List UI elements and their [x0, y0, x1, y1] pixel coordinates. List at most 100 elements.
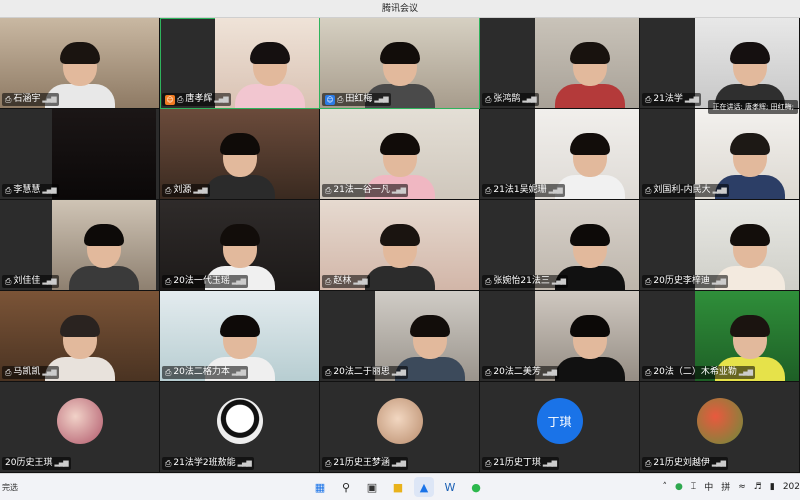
360-icon[interactable]: ● [675, 482, 683, 492]
participant-label: ⎙ 刘国利-内民大 ▂▄▆ [642, 184, 729, 197]
chevron-up-icon[interactable]: ˄ [662, 482, 667, 492]
participant-tile[interactable]: ⎙ 21法学 ▂▄▆ [640, 18, 800, 109]
video-grid: ⎙ 石涵宇 ▂▄▆ ☺ ⎙ 唐孝辉 ▂▄▆ ☺ ⎙ 田红梅 ▂▄▆ ⎙ 张鸿鹄 ▂▄▆ ⎙ 21法学 ▂▄▆ ⎙ 李… [0, 18, 800, 473]
window-title: 腾讯会议 [0, 0, 800, 18]
participant-tile[interactable]: ⎙ 20法二格力本 ▂▄▆ [160, 291, 320, 382]
participant-tile[interactable]: ⎙ 刘佳佳 ▂▄▆ [0, 200, 160, 291]
participant-tile[interactable]: ⎙ 马凯凯 ▂▄▆ [0, 291, 160, 382]
wifi-icon[interactable]: ≈ [738, 482, 746, 492]
microphone-icon: ⎙ [5, 95, 12, 104]
volume-icon[interactable]: ♬ [754, 482, 762, 492]
signal-icon: ▂▄▆ [237, 459, 252, 467]
participant-tile[interactable]: ⎙ 20法一代玉瑶 ▂▄▆ [160, 200, 320, 291]
microphone-icon: ⎙ [325, 368, 332, 377]
participant-tile[interactable]: ⎙ 20法二美芳 ▂▄▆ [480, 291, 640, 382]
clock: 202 [782, 481, 800, 492]
participant-name: 21历史王梦涵 [333, 458, 390, 468]
microphone-icon: ⎙ [645, 277, 652, 286]
file-explorer-icon[interactable]: ■ [388, 477, 408, 497]
participant-name: 21历史丁琪 [493, 458, 541, 468]
participant-tile[interactable]: ⎙ 石涵宇 ▂▄▆ [0, 18, 160, 109]
microphone-icon: ⎙ [177, 95, 184, 104]
video-feed [695, 18, 799, 108]
participant-tile[interactable]: ⎙ 刘国利-内民大 ▂▄▆ [640, 109, 800, 200]
text-avatar: 丁琪 [536, 398, 583, 444]
participant-label: ⎙ 21法1吴妮珊 ▂▄▆ [482, 184, 565, 197]
signal-icon: ▂▄▆ [551, 277, 566, 285]
avatar [696, 398, 743, 444]
participant-tile[interactable]: ⎙ 赵林 ▂▄▆ [320, 200, 480, 291]
participant-name: 20法一代玉瑶 [173, 276, 230, 286]
wechat-icon[interactable]: ● [466, 477, 486, 497]
participant-name: 田红梅 [345, 94, 373, 104]
taskbar-left-text: 完选 [2, 483, 18, 492]
signal-icon: ▂▄▆ [542, 459, 557, 467]
word-icon[interactable]: W [440, 477, 460, 497]
participant-tile[interactable]: ☺ ⎙ 唐孝辉 ▂▄▆ [160, 18, 320, 109]
signal-icon: ▂▄▆ [712, 186, 727, 194]
participant-tile[interactable]: ⎙ 21法1吴妮珊 ▂▄▆ [480, 109, 640, 200]
microphone-icon: ⎙ [165, 277, 172, 286]
signal-icon: ▂▄▆ [42, 368, 56, 376]
signal-icon: ▂▄▆ [522, 95, 536, 103]
participant-tile[interactable]: 20历史王琪 ▂▄▆ [0, 382, 160, 473]
participant-video [715, 42, 785, 108]
participant-tile[interactable]: ⎙ 20历史李梓迪 ▂▄▆ [640, 200, 800, 291]
participant-name: 20历史王琪 [5, 458, 53, 468]
participant-tile[interactable]: 丁琪 ⎙ 21历史丁琪 ▂▄▆ [480, 382, 640, 473]
host-icon: ☺ [165, 94, 175, 105]
participant-name: 21历史刘越伊 [653, 458, 710, 468]
participant-tile[interactable]: ⎙ 21法学2班敖能 ▂▄▆ [160, 382, 320, 473]
windows-taskbar: 完选 ▦ ⚲ ▣ ■ ▲ W ● ˄ ● ⌶ 中 拼 ≈ ♬ ▮ 202 [0, 473, 800, 500]
participant-name: 20法二格力本 [173, 367, 230, 377]
microphone-icon: ⎙ [645, 368, 652, 377]
participant-tile[interactable]: ⎙ 20法二于丽思 ▂▄▆ [320, 291, 480, 382]
participant-tile[interactable]: ⎙ 张鸿鹄 ▂▄▆ [480, 18, 640, 109]
participant-label: ⎙ 张鸿鹄 ▂▄▆ [482, 93, 539, 106]
participant-label: ⎙ 马凯凯 ▂▄▆ [2, 366, 59, 379]
participant-name: 20法二于丽思 [333, 367, 390, 377]
microphone-icon: ⎙ [485, 277, 492, 286]
participant-tile[interactable]: ⎙ 21法一谷一凡 ▂▄▆ [320, 109, 480, 200]
signal-icon: ▂▄▆ [542, 368, 557, 376]
participant-tile[interactable]: ⎙ 20法（二）木希业勒 ▂▄▆ [640, 291, 800, 382]
participant-name: 李慧慧 [13, 185, 41, 195]
participant-label: 20历史王琪 ▂▄▆ [2, 457, 71, 470]
participant-label: ⎙ 赵林 ▂▄▆ [322, 275, 370, 288]
microphone-icon: ⎙ [325, 277, 332, 286]
search-icon[interactable]: ⚲ [336, 477, 356, 497]
participant-label: ⎙ 石涵宇 ▂▄▆ [2, 93, 59, 106]
avatar [216, 398, 263, 444]
participant-video [555, 315, 625, 381]
windows-start-icon[interactable]: ▦ [310, 477, 330, 497]
microphone-icon: ⎙ [5, 368, 12, 377]
participant-tile[interactable]: ⎙ 张婉怡21法三 ▂▄▆ [480, 200, 640, 291]
tencent-meeting-icon[interactable]: ▲ [414, 477, 434, 497]
participant-label: ⎙ 张婉怡21法三 ▂▄▆ [482, 275, 569, 288]
participant-name: 刘国利-内民大 [653, 185, 711, 195]
participant-label: ⎙ 20法二格力本 ▂▄▆ [162, 366, 249, 379]
participant-tile[interactable]: ⎙ 21历史刘越伊 ▂▄▆ [640, 382, 800, 473]
mic-tray-icon[interactable]: ⌶ [691, 482, 696, 492]
microphone-icon: ⎙ [165, 186, 172, 195]
microphone-icon: ⎙ [5, 186, 12, 195]
microphone-icon: ⎙ [645, 95, 652, 104]
signal-icon: ▂▄▆ [684, 95, 699, 103]
signal-icon: ▂▄▆ [231, 277, 246, 285]
participant-label: ⎙ 20法二美芳 ▂▄▆ [482, 366, 560, 379]
system-tray: ˄ ● ⌶ 中 拼 ≈ ♬ ▮ 202 [662, 480, 800, 494]
signal-icon: ▂▄▆ [391, 368, 406, 376]
ime-mode-indicator[interactable]: 拼 [721, 480, 730, 493]
participant-name: 21法1吴妮珊 [493, 185, 547, 195]
participant-name: 刘源 [173, 185, 192, 195]
participant-label: ⎙ 21法学2班敖能 ▂▄▆ [162, 457, 254, 470]
participant-tile[interactable]: ⎙ 21历史王梦涵 ▂▄▆ [320, 382, 480, 473]
participant-tile[interactable]: ⎙ 刘源 ▂▄▆ [160, 109, 320, 200]
participant-tile[interactable]: ☺ ⎙ 田红梅 ▂▄▆ [320, 18, 480, 109]
task-view-icon[interactable]: ▣ [362, 477, 382, 497]
battery-icon[interactable]: ▮ [770, 482, 775, 492]
participant-tile[interactable]: ⎙ 李慧慧 ▂▄▆ [0, 109, 160, 200]
microphone-icon: ⎙ [5, 277, 12, 286]
ime-indicator[interactable]: 中 [704, 480, 713, 493]
participant-label: ⎙ 刘源 ▂▄▆ [162, 184, 210, 197]
